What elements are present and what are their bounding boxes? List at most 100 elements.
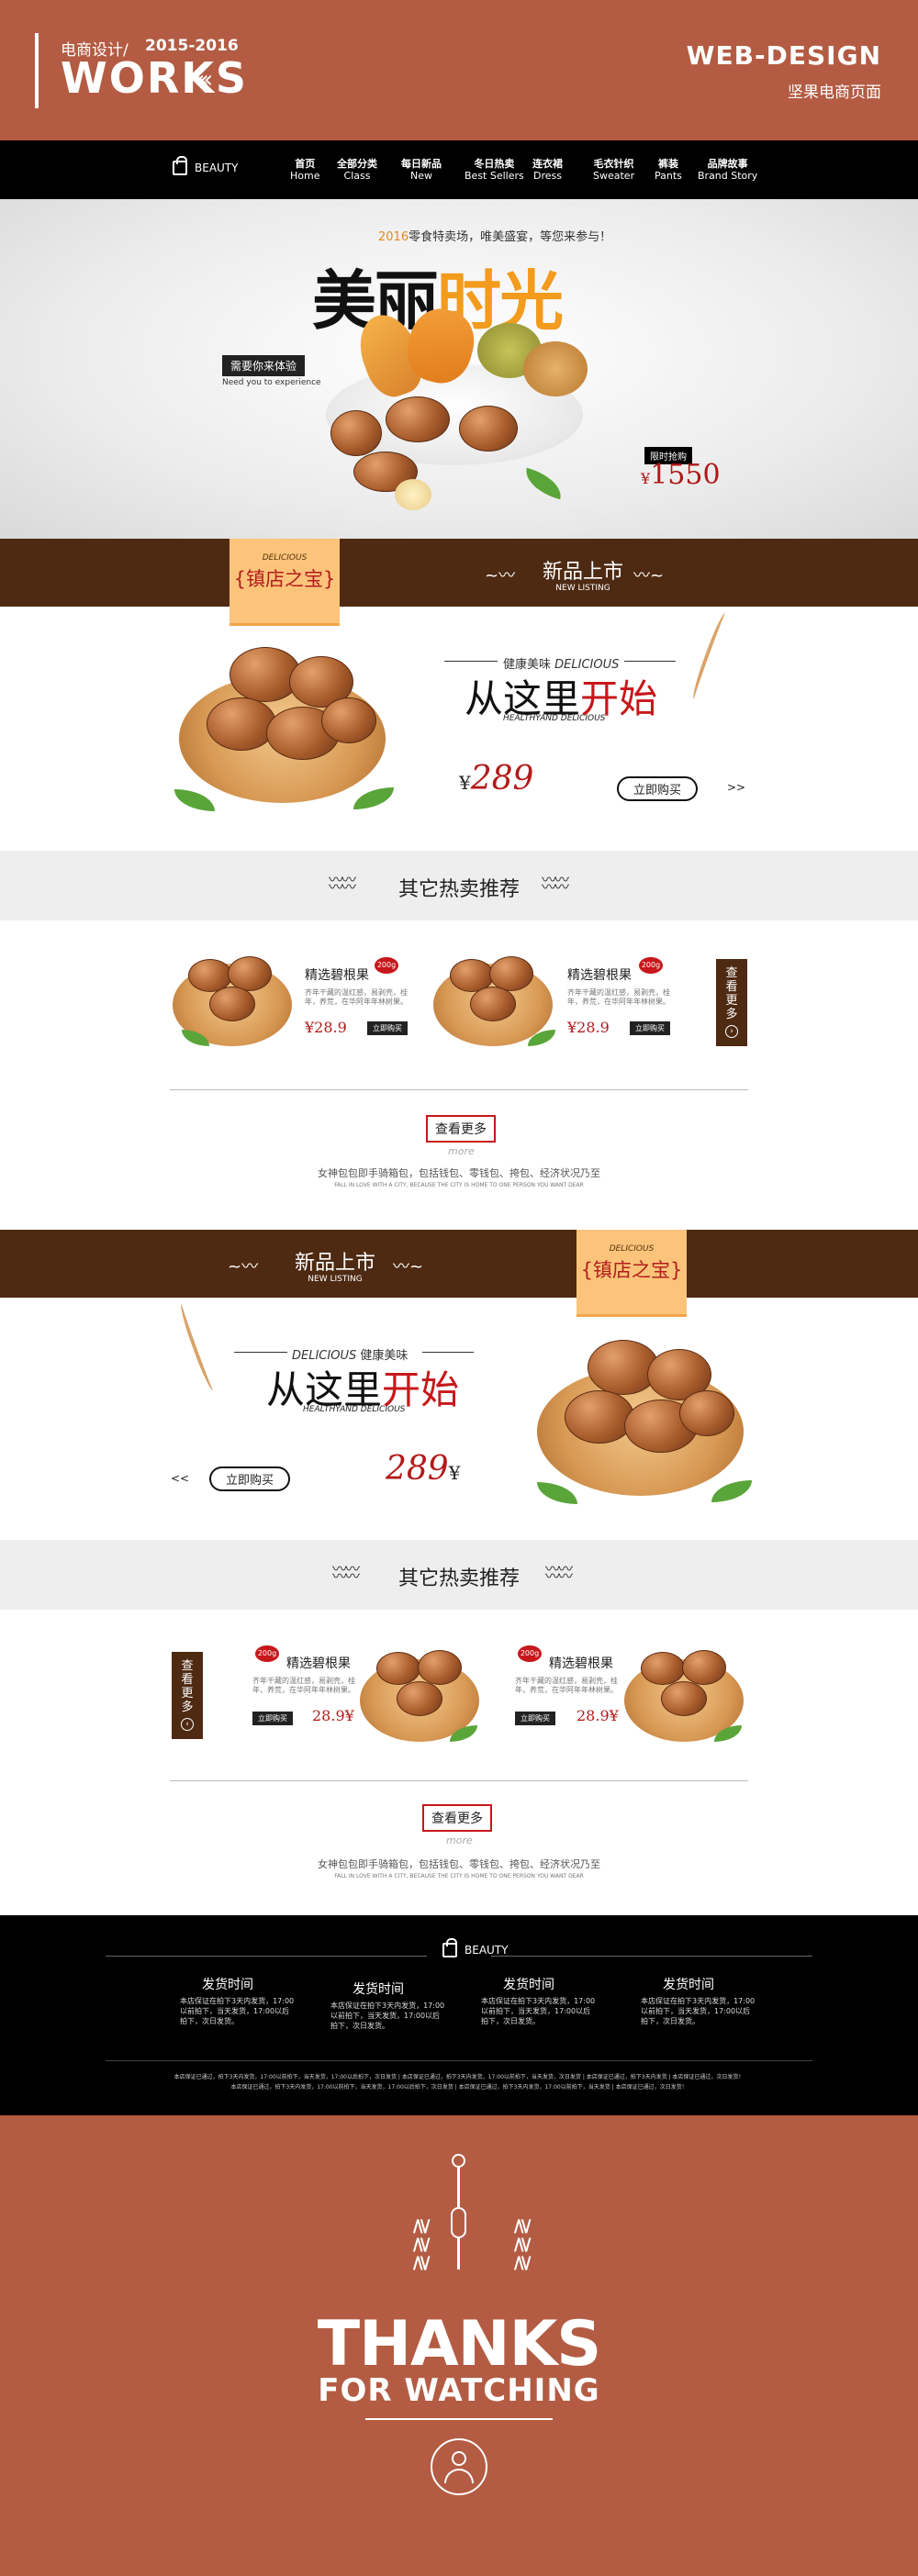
- pecan-image: [207, 697, 276, 751]
- promo-price: 289¥: [386, 1450, 460, 1488]
- new-listing-bar-2: ~〰 新品上市 NEW LISTING 〰~: [0, 1230, 918, 1298]
- divider: [491, 1956, 812, 1957]
- pecan-image: [376, 1652, 420, 1685]
- footer-brand-label: BEAUTY: [465, 1944, 509, 1957]
- prev-arrow-icon[interactable]: <<: [171, 1472, 189, 1485]
- web-design-title: WEB-DESIGN: [686, 40, 881, 71]
- chevrons-icon: ‹‹‹: [196, 66, 213, 94]
- hot-picks-title: 其它热卖推荐: [397, 1567, 520, 1590]
- card-buy-button[interactable]: 立即购买: [630, 1021, 670, 1035]
- hero-nut-image: [330, 410, 382, 456]
- footer-col-text: 本店保证在拍下3天内发货，17:00以前拍下，当天发货，17:00以后拍下，次日…: [330, 2002, 445, 2030]
- card-price-symbol: ¥: [609, 1707, 619, 1724]
- divider: [106, 1956, 427, 1957]
- hot-picks-bar-2: 〰〰 〰〰 其它热卖推荐 〰〰 〰〰: [0, 1540, 918, 1610]
- nav-item-pants[interactable]: 裤装 Pants: [655, 158, 682, 182]
- card-price: ¥28.9: [305, 1019, 347, 1036]
- buy-now-button[interactable]: 立即购买: [617, 776, 699, 801]
- nav-item-en: Class: [343, 170, 371, 182]
- slogan-en: FALL IN LOVE WITH A CITY, BECAUSE THE CI…: [334, 1873, 584, 1879]
- nav-item-en: Home: [290, 170, 320, 182]
- nav-item-brand-story[interactable]: 品牌故事 Brand Story: [698, 158, 757, 182]
- nav-item-cn: 全部分类: [337, 158, 377, 170]
- leaf-image: [353, 787, 394, 809]
- slogan-en: FALL IN LOVE WITH A CITY, BECAUSE THE CI…: [334, 1182, 584, 1188]
- leaf-image: [174, 789, 215, 811]
- nav-item-home[interactable]: 首页 Home: [290, 158, 319, 182]
- web-design-subtitle: 坚果电商页面: [788, 84, 881, 102]
- nav-item-cn: 首页: [295, 158, 316, 170]
- side-char: 更: [725, 994, 738, 1008]
- hero-leaf-image: [521, 467, 566, 500]
- card-buy-button[interactable]: 立即购买: [515, 1712, 555, 1725]
- footer-legal-line: 本店保证已通过，拍下3天内发货，17:00以前拍下，当天发货，17:00以后拍下…: [174, 2074, 744, 2080]
- shopping-bag-icon: [173, 156, 187, 175]
- card-buy-button[interactable]: 立即购买: [252, 1712, 293, 1725]
- nav-item-cn: 连衣裙: [532, 158, 563, 170]
- nav-item-new[interactable]: 每日新品 New: [401, 158, 442, 182]
- divider: [106, 2060, 812, 2061]
- presentation-header: 电商设计/ 2015-2016 WORKS ‹‹‹ WEB-DESIGN 坚果电…: [0, 0, 918, 140]
- nav-item-cn: 裤装: [657, 158, 678, 170]
- start-here-sub: HEALTHYAND DELICIOUS: [303, 1405, 406, 1414]
- header-years: 2015-2016: [145, 37, 239, 55]
- card-price-value: 28.9: [312, 1707, 345, 1724]
- hero-experience-sub: Need you to experience: [222, 378, 321, 387]
- card-product-name: 精选碧根果: [567, 968, 632, 983]
- hero-cashew-image: [523, 341, 588, 396]
- nav-item-best-sellers[interactable]: 冬日热卖 Best Sellers: [465, 158, 524, 182]
- swirl-left-icon: ~〰: [228, 1257, 259, 1277]
- hero-banner[interactable]: 2016零食特卖场，唯美盛宴，等您来参与！ 美丽时光 需要你来体验 Need y…: [0, 199, 918, 539]
- divider: [234, 1352, 287, 1353]
- store-treasure-badge: DELICIOUS {镇店之宝}: [230, 539, 340, 626]
- pecan-image: [682, 1650, 726, 1685]
- hero-tagline: 2016零食特卖场，唯美盛宴，等您来参与！: [378, 227, 611, 244]
- card-buy-button[interactable]: 立即购买: [367, 1021, 408, 1035]
- user-icon-body: [444, 2469, 474, 2483]
- footer: BEAUTY 发货时间 本店保证在拍下3天内发货，17:00以前拍下，当天发货，…: [0, 1915, 918, 2115]
- nav-item-sweater[interactable]: 毛衣针织 Sweater: [593, 158, 634, 182]
- header-accent-bar: [35, 33, 39, 108]
- pecan-image: [397, 1681, 442, 1716]
- pecan-image: [641, 1652, 685, 1685]
- header-works-title: WORKS: [61, 53, 249, 103]
- card-product-desc: 齐年干藏的温红感，易剥壳，桂年，养荒，在华阿年年林树果。: [305, 988, 408, 1006]
- nav-item-class[interactable]: 全部分类 Class: [337, 158, 377, 182]
- pecan-image: [470, 987, 516, 1021]
- user-icon[interactable]: [431, 2438, 487, 2495]
- pecan-image: [679, 1390, 734, 1436]
- hot-picks-title: 其它热卖推荐: [397, 878, 520, 901]
- hero-price-value: 1550: [650, 459, 721, 491]
- decor-capsule-icon: [451, 2207, 466, 2238]
- promo-price: ¥289: [459, 760, 533, 797]
- next-arrow-icon[interactable]: >>: [727, 781, 745, 794]
- nav-item-cn: 品牌故事: [707, 158, 748, 170]
- nav-item-en: Dress: [533, 170, 562, 182]
- footer-col-heading: 发货时间: [663, 1978, 714, 1992]
- view-more-button[interactable]: 查看更多: [422, 1804, 492, 1832]
- badge-en-label: DELICIOUS: [609, 1244, 655, 1254]
- hero-price: ¥1550: [641, 459, 721, 491]
- thanks-section: ≷≷≷ ≷≷≷ THANKS FOR WATCHING: [0, 2115, 918, 2576]
- view-more-side-button-2[interactable]: 查 看 更 多 ‹: [172, 1652, 203, 1739]
- card-product-desc: 齐年干藏的温红感，易剥壳，桂年，养荒，在华阿年年林树果。: [252, 1677, 355, 1694]
- card-product-name: 精选碧根果: [286, 1656, 351, 1671]
- buy-now-button[interactable]: 立即购买: [209, 1466, 291, 1491]
- badge-cn-label: {镇店之宝}: [233, 568, 336, 590]
- side-char: 看: [181, 1673, 194, 1687]
- view-more-side-button[interactable]: 查 看 更 多 ›: [716, 959, 747, 1046]
- footer-col-heading: 发货时间: [353, 1982, 404, 1997]
- hero-macadamia-image: [395, 479, 431, 510]
- view-more-button[interactable]: 查看更多: [426, 1115, 496, 1143]
- side-char: 看: [725, 980, 738, 994]
- nav-item-en: Best Sellers: [465, 170, 524, 182]
- card-product-desc: 齐年干藏的温红感，易剥壳，桂年，养荒，在华阿年年林树果。: [567, 988, 670, 1006]
- footer-brand[interactable]: BEAUTY: [442, 1938, 509, 1957]
- nav-brand[interactable]: BEAUTY: [173, 156, 238, 175]
- ribbon-image: [689, 611, 730, 701]
- promo-price-symbol: ¥: [459, 772, 471, 794]
- card-product-name: 精选碧根果: [549, 1656, 613, 1671]
- waves-right-icon: 〰〰 〰〰: [542, 871, 569, 896]
- nav-item-dress[interactable]: 连衣裙 Dress: [532, 158, 563, 182]
- nav-item-en: Brand Story: [698, 170, 758, 182]
